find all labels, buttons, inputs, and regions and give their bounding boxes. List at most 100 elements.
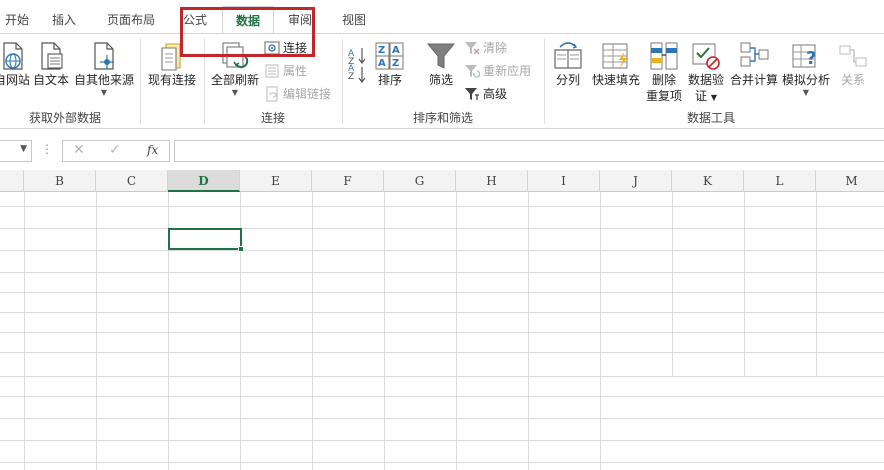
remove-duplicates-button[interactable]: 删除 重复项 — [644, 38, 684, 106]
connections-icon — [264, 41, 280, 54]
column-header-f[interactable]: F — [312, 170, 384, 192]
reapply-filter-icon — [465, 64, 480, 78]
name-box[interactable]: ▼ — [0, 140, 32, 162]
connections-button[interactable]: 连接 — [264, 38, 307, 58]
web-page-icon — [3, 42, 23, 70]
existing-connections-button[interactable]: 现有连接 — [146, 38, 198, 106]
chevron-down-icon[interactable]: ▼ — [20, 144, 27, 154]
grid-line — [384, 192, 385, 470]
grid-line — [0, 332, 884, 333]
remove-duplicates-icon — [650, 42, 678, 70]
cell-grid[interactable] — [0, 192, 884, 470]
grid-line — [0, 440, 884, 441]
tab-review[interactable]: 审阅 — [280, 6, 320, 34]
from-web-button[interactable]: 自网站 — [0, 38, 32, 106]
relationships-button[interactable]: 关系 — [834, 38, 872, 106]
grid-line — [0, 462, 884, 463]
sort-button[interactable]: Z A A Z 排序 — [372, 38, 408, 106]
column-header-c[interactable]: C — [96, 170, 168, 192]
chevron-down-icon: ▼ — [802, 88, 810, 97]
what-if-analysis-icon: ? — [792, 44, 816, 69]
group-separator — [204, 38, 205, 124]
clear-filter-icon — [465, 41, 480, 54]
grid-line — [816, 192, 817, 376]
grid-line — [0, 418, 884, 419]
formula-bar: ▼ ⋮ ✕ ✓ fx — [0, 138, 884, 164]
column-header-l[interactable]: L — [744, 170, 816, 192]
grid-line — [24, 192, 25, 470]
cancel-icon[interactable]: ✕ — [73, 142, 85, 158]
svg-text:A: A — [378, 58, 386, 69]
column-header-partial[interactable] — [0, 170, 24, 192]
formula-buttons: ✕ ✓ fx — [62, 140, 170, 162]
column-header-h[interactable]: H — [456, 170, 528, 192]
chevron-down-icon: ▼ — [710, 93, 717, 102]
grid-line — [0, 376, 884, 377]
refresh-all-button[interactable]: 全部刷新 ▼ — [208, 38, 262, 106]
text-to-columns-icon — [554, 42, 582, 69]
grid-line — [312, 192, 313, 470]
reapply-button[interactable]: 重新应用 — [464, 61, 531, 81]
group-label-get-external-data: 获取外部数据 — [28, 111, 101, 125]
formula-input[interactable] — [174, 140, 884, 162]
tab-formulas[interactable]: 公式 — [176, 6, 214, 34]
grid-line — [0, 228, 884, 229]
text-to-columns-button[interactable]: 分列 — [550, 38, 586, 106]
formula-bar-resize-handle[interactable]: ⋮ — [41, 142, 53, 156]
tab-insert[interactable]: 插入 — [44, 6, 84, 34]
other-sources-icon — [94, 42, 114, 70]
data-validation-button[interactable]: 数据验 证 ▼ — [686, 38, 726, 106]
data-validation-icon — [692, 43, 720, 70]
edit-links-button[interactable]: 编辑链接 — [264, 84, 331, 104]
column-header-b[interactable]: B — [24, 170, 96, 192]
grid-line — [600, 192, 601, 470]
properties-button[interactable]: 属性 — [264, 61, 307, 81]
grid-line — [96, 192, 97, 470]
column-header-i[interactable]: I — [528, 170, 600, 192]
svg-text:Z: Z — [378, 45, 385, 56]
what-if-analysis-button[interactable]: ? 模拟分析 ▼ — [780, 38, 832, 106]
advanced-filter-button[interactable]: 高级 — [464, 84, 507, 104]
group-label-connections: 连接 — [260, 111, 285, 125]
refresh-all-icon — [222, 42, 249, 69]
column-header-m[interactable]: M — [816, 170, 884, 192]
sort-ascending-icon: A Z Z A — [348, 48, 366, 83]
insert-function-icon[interactable]: fx — [147, 143, 158, 157]
chevron-down-icon: ▼ — [100, 88, 108, 97]
column-header-j[interactable]: J — [600, 170, 672, 192]
from-other-sources-button[interactable]: 自其他来源 ▼ — [72, 38, 136, 106]
grid-line — [0, 206, 884, 207]
grid-line — [0, 352, 884, 353]
grid-line — [0, 292, 884, 293]
from-text-button[interactable]: 自文本 — [32, 38, 70, 106]
text-file-icon — [41, 42, 63, 70]
enter-icon[interactable]: ✓ — [109, 142, 121, 158]
column-header-d[interactable]: D — [168, 170, 240, 192]
flash-fill-button[interactable]: 快速填充 — [590, 38, 642, 106]
ribbon-data: 自网站 自文本 自其他来源 ▼ 现有连接 获取外部数据 — [0, 33, 884, 129]
column-header-g[interactable]: G — [384, 170, 456, 192]
svg-text:A: A — [348, 64, 355, 74]
tab-page-layout[interactable]: 页面布局 — [100, 6, 162, 34]
clear-filter-button[interactable]: 清除 — [464, 38, 507, 58]
properties-icon — [265, 64, 279, 77]
group-label-data-tools: 数据工具 — [686, 111, 735, 125]
tab-home[interactable]: 开始 — [0, 6, 34, 34]
filter-button[interactable]: 筛选 — [422, 38, 460, 106]
relationships-icon — [839, 45, 867, 67]
column-header-e[interactable]: E — [240, 170, 312, 192]
grid-line — [0, 250, 884, 251]
group-separator — [140, 38, 141, 124]
flash-fill-icon — [602, 43, 628, 69]
tab-data[interactable]: 数据 — [222, 6, 274, 35]
existing-connections-icon — [161, 43, 181, 71]
consolidate-button[interactable]: 合并计算 — [728, 38, 780, 106]
grid-line — [0, 312, 884, 313]
group-separator — [544, 38, 545, 124]
fill-handle[interactable] — [238, 246, 244, 252]
sort-az-button[interactable]: A Z Z A — [346, 44, 368, 84]
selected-cell-d[interactable] — [168, 228, 244, 252]
consolidate-icon — [740, 42, 769, 67]
column-header-k[interactable]: K — [672, 170, 744, 192]
tab-view[interactable]: 视图 — [334, 6, 374, 34]
